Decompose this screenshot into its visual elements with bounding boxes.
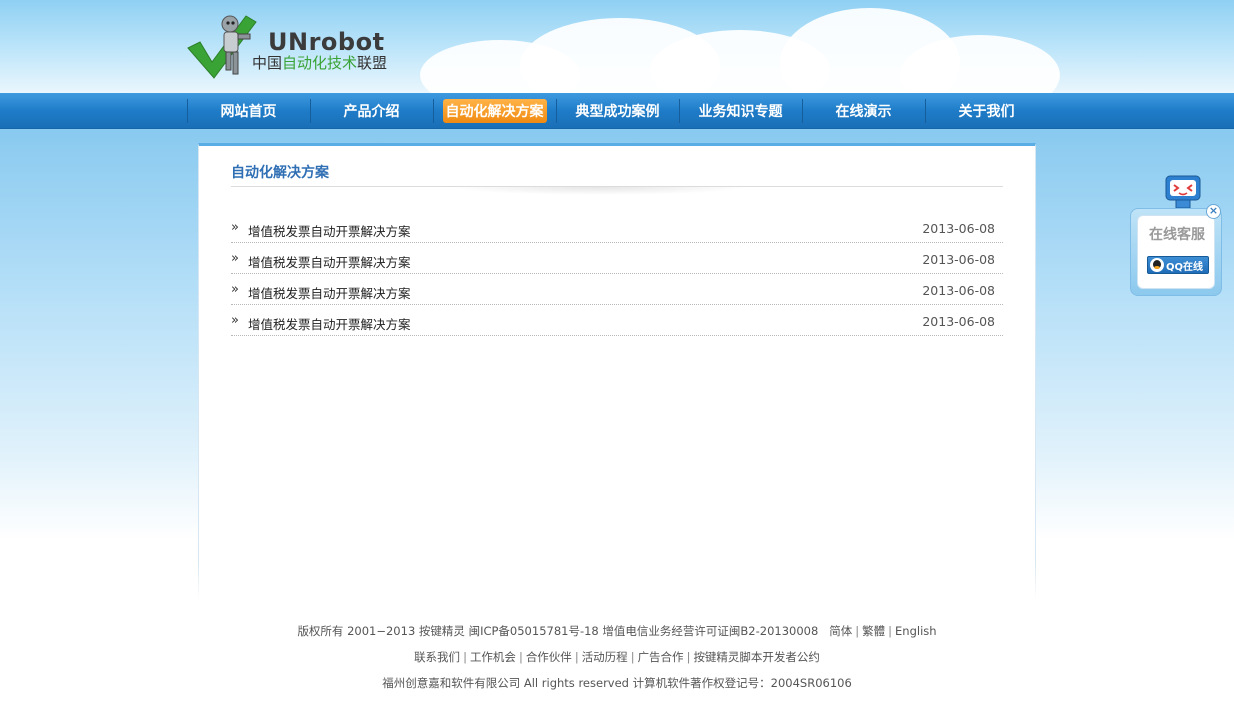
nav-item-knowledge[interactable]: 业务知识专题 xyxy=(679,93,802,129)
panel-bottom-fade xyxy=(198,560,1036,600)
double-chevron-icon: » xyxy=(231,251,239,266)
title-divider-shadow xyxy=(449,187,749,195)
footer-link-advertising[interactable]: 广告合作 xyxy=(638,650,684,664)
article-title-link[interactable]: 增值税发票自动开票解决方案 xyxy=(248,283,411,302)
nav-item-label: 关于我们 xyxy=(958,104,1015,120)
nav-item-label: 网站首页 xyxy=(220,104,277,120)
article-date: 2013-06-08 xyxy=(922,283,995,298)
tagline-suffix: 联盟 xyxy=(357,54,388,72)
article-date: 2013-06-08 xyxy=(922,252,995,267)
nav-item-label: 产品介绍 xyxy=(343,104,400,120)
company-text: 福州创意嘉和软件有限公司 All rights reserved 计算机软件著作… xyxy=(382,676,852,690)
nav-separator xyxy=(802,99,803,123)
service-title: 在线客服 xyxy=(1149,227,1205,243)
nav-item-label: 典型成功案例 xyxy=(575,104,660,120)
nav-item-label: 自动化解决方案 xyxy=(442,99,547,123)
list-item[interactable]: » 增值税发票自动开票解决方案 2013-06-08 xyxy=(231,243,1003,274)
double-chevron-icon: » xyxy=(231,313,239,328)
footer-link-history[interactable]: 活动历程 xyxy=(582,650,628,664)
footer-links-line: 联系我们 | 工作机会 | 合作伙伴 | 活动历程 | 广告合作 | 按键精灵脚本开发者公约 xyxy=(0,646,1234,672)
footer-copyright-line: 版权所有 2001−2013 按键精灵 闽ICP备05015781号-18 增值… xyxy=(0,620,1234,646)
nav-item-home[interactable]: 网站首页 xyxy=(187,93,310,129)
lang-english-link[interactable]: English xyxy=(895,624,937,638)
qq-online-label: QQ在线 xyxy=(1166,261,1204,273)
nav-item-cases[interactable]: 典型成功案例 xyxy=(556,93,679,129)
lang-traditional-link[interactable]: 繁體 xyxy=(862,624,885,638)
nav-separator xyxy=(310,99,311,123)
nav-item-about[interactable]: 关于我们 xyxy=(925,93,1048,129)
nav-separator xyxy=(187,99,188,123)
nav-item-products[interactable]: 产品介绍 xyxy=(310,93,433,129)
nav-items: 网站首页 产品介绍 自动化解决方案 典型成功案例 业务知识专题 在线演示 关于我… xyxy=(187,93,1048,129)
copyright-text: 版权所有 2001−2013 按键精灵 闽ICP备05015781号-18 增值… xyxy=(297,624,819,638)
footer-link-developer-agreement[interactable]: 按键精灵脚本开发者公约 xyxy=(693,650,820,664)
robot-logo-icon xyxy=(187,15,257,79)
close-icon[interactable]: × xyxy=(1206,204,1221,219)
double-chevron-icon: » xyxy=(231,220,239,235)
footer-pipe: | xyxy=(855,624,860,638)
article-title-link[interactable]: 增值税发票自动开票解决方案 xyxy=(248,252,411,271)
lang-simplified-link[interactable]: 简体 xyxy=(829,624,852,638)
online-service-widget: 在线客服 QQ在线 × xyxy=(1130,172,1222,298)
footer-company-line: 福州创意嘉和软件有限公司 All rights reserved 计算机软件著作… xyxy=(0,672,1234,698)
nav-separator xyxy=(679,99,680,123)
site-footer: 版权所有 2001−2013 按键精灵 闽ICP备05015781号-18 增值… xyxy=(0,620,1234,698)
nav-separator xyxy=(556,99,557,123)
page-title: 自动化解决方案 xyxy=(231,165,329,181)
article-title-link[interactable]: 增值税发票自动开票解决方案 xyxy=(248,314,411,333)
footer-link-contact[interactable]: 联系我们 xyxy=(414,650,460,664)
footer-pipe: | xyxy=(518,650,523,664)
nav-item-demo[interactable]: 在线演示 xyxy=(802,93,925,129)
list-item[interactable]: » 增值税发票自动开票解决方案 2013-06-08 xyxy=(231,305,1003,336)
site-logo[interactable]: UNrobot 中国自动化技术联盟 xyxy=(186,10,426,85)
qq-penguin-icon xyxy=(1150,258,1164,272)
main-nav: 网站首页 产品介绍 自动化解决方案 典型成功案例 业务知识专题 在线演示 关于我… xyxy=(0,93,1234,129)
list-item[interactable]: » 增值税发票自动开票解决方案 2013-06-08 xyxy=(231,212,1003,243)
footer-link-partners[interactable]: 合作伙伴 xyxy=(526,650,572,664)
article-title-link[interactable]: 增值税发票自动开票解决方案 xyxy=(248,221,411,240)
nav-item-solutions[interactable]: 自动化解决方案 xyxy=(433,93,556,129)
content-panel: 自动化解决方案 » 增值税发票自动开票解决方案 2013-06-08 » 增值税… xyxy=(198,143,1036,600)
tagline-highlight: 自动化技术 xyxy=(282,54,358,72)
article-date: 2013-06-08 xyxy=(922,221,995,236)
article-date: 2013-06-08 xyxy=(922,314,995,329)
tagline-prefix: 中国 xyxy=(252,54,283,72)
nav-item-label: 在线演示 xyxy=(835,104,892,120)
footer-pipe: | xyxy=(574,650,579,664)
robot-mascot-icon xyxy=(1165,175,1201,209)
service-box: 在线客服 QQ在线 xyxy=(1130,208,1222,296)
footer-pipe: | xyxy=(888,624,893,638)
list-item[interactable]: » 增值税发票自动开票解决方案 2013-06-08 xyxy=(231,274,1003,305)
nav-separator xyxy=(433,99,434,123)
service-box-inner: 在线客服 QQ在线 xyxy=(1137,215,1215,289)
qq-online-button[interactable]: QQ在线 xyxy=(1147,256,1209,274)
nav-item-label: 业务知识专题 xyxy=(698,104,783,120)
article-list: » 增值税发票自动开票解决方案 2013-06-08 » 增值税发票自动开票解决… xyxy=(231,212,1003,336)
site-header: UNrobot 中国自动化技术联盟 xyxy=(0,0,1234,93)
logo-tagline: 中国自动化技术联盟 xyxy=(252,52,387,73)
footer-pipe: | xyxy=(630,650,635,664)
footer-pipe: | xyxy=(686,650,691,664)
footer-link-jobs[interactable]: 工作机会 xyxy=(470,650,516,664)
footer-pipe: | xyxy=(463,650,467,664)
nav-separator xyxy=(925,99,926,123)
double-chevron-icon: » xyxy=(231,282,239,297)
